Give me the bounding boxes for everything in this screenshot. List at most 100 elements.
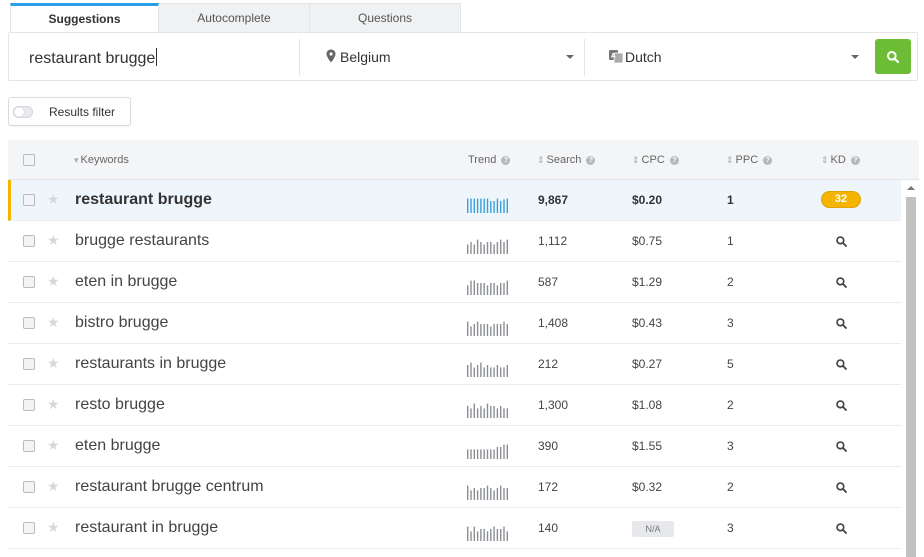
search-icon[interactable] bbox=[835, 399, 848, 412]
tab-suggestions[interactable]: Suggestions bbox=[10, 3, 159, 32]
ppc-value: 2 bbox=[727, 398, 734, 412]
star-icon[interactable]: ★ bbox=[47, 314, 60, 331]
star-icon[interactable]: ★ bbox=[47, 519, 60, 536]
help-icon[interactable]: ? bbox=[763, 156, 773, 165]
search-icon[interactable] bbox=[835, 440, 848, 453]
scrollbar[interactable] bbox=[903, 180, 919, 557]
search-icon[interactable] bbox=[835, 276, 848, 289]
sort-icon: ⇕ bbox=[821, 155, 829, 165]
location-select[interactable]: Belgium bbox=[309, 33, 584, 80]
table-row[interactable]: ★ brugge restaurants 1,112 $0.75 1 bbox=[8, 221, 901, 262]
keyword-text[interactable]: restaurant in brugge bbox=[75, 519, 218, 537]
table-row[interactable]: ★ bistro brugge 1,408 $0.43 3 bbox=[8, 303, 901, 344]
help-icon[interactable]: ? bbox=[850, 156, 860, 165]
table-row[interactable]: ★ eten brugge 390 $1.55 3 bbox=[8, 426, 901, 467]
keyword-text[interactable]: restaurants in brugge bbox=[75, 355, 226, 373]
select-all-checkbox[interactable] bbox=[23, 154, 35, 166]
table-row[interactable]: ★ resto brugge 1,300 $1.08 2 bbox=[8, 385, 901, 426]
keyword-text[interactable]: eten in brugge bbox=[75, 273, 177, 291]
help-icon[interactable]: ? bbox=[501, 156, 511, 165]
row-checkbox[interactable] bbox=[23, 440, 35, 452]
help-icon[interactable]: ? bbox=[669, 156, 679, 165]
search-volume: 1,300 bbox=[538, 398, 569, 412]
trend-bar bbox=[490, 449, 492, 459]
search-icon[interactable] bbox=[835, 358, 848, 371]
trend-bar bbox=[483, 449, 485, 459]
row-checkbox[interactable] bbox=[23, 522, 35, 534]
trend-bar bbox=[480, 406, 482, 418]
star-icon[interactable]: ★ bbox=[47, 273, 60, 290]
row-checkbox[interactable] bbox=[23, 194, 35, 206]
row-checkbox[interactable] bbox=[23, 399, 35, 411]
ppc-value: 1 bbox=[727, 234, 734, 248]
trend-bar bbox=[493, 526, 495, 541]
row-checkbox[interactable] bbox=[23, 235, 35, 247]
tab-questions[interactable]: Questions bbox=[310, 3, 461, 32]
keyword-text[interactable]: bistro brugge bbox=[75, 314, 168, 332]
keyword-text[interactable]: restaurant brugge bbox=[75, 191, 212, 209]
trend-bar bbox=[473, 198, 475, 213]
trend-bar bbox=[486, 198, 489, 213]
cpc-value: $0.27 bbox=[632, 357, 663, 371]
table-row[interactable]: ★ eten in brugge 587 $1.29 2 bbox=[8, 262, 901, 303]
trend-bar bbox=[470, 408, 472, 418]
star-icon[interactable]: ★ bbox=[47, 191, 60, 208]
row-checkbox[interactable] bbox=[23, 276, 35, 288]
column-header-ppc[interactable]: ⇕ PPC ? bbox=[726, 154, 773, 166]
table-row[interactable]: ★ restaurant brugge 9,867 $0.20 1 32 bbox=[8, 180, 901, 221]
trend-bar bbox=[490, 367, 492, 377]
column-header-cpc[interactable]: ⇕ CPC ? bbox=[632, 154, 679, 166]
row-checkbox[interactable] bbox=[23, 317, 35, 329]
trend-bar bbox=[493, 324, 495, 336]
star-icon[interactable]: ★ bbox=[47, 232, 60, 249]
results-filter-toggle[interactable] bbox=[13, 106, 33, 118]
star-icon[interactable]: ★ bbox=[47, 355, 60, 372]
column-header-kd[interactable]: ⇕ KD ? bbox=[821, 154, 860, 166]
trend-bar bbox=[483, 283, 485, 295]
trend-bar bbox=[506, 198, 508, 213]
tab-autocomplete[interactable]: Autocomplete bbox=[159, 3, 310, 32]
results-filter-button[interactable]: Results filter bbox=[8, 97, 131, 126]
trend-bar bbox=[506, 531, 508, 541]
keyword-text[interactable]: brugge restaurants bbox=[75, 232, 209, 250]
search-icon[interactable] bbox=[835, 235, 848, 248]
search-icon[interactable] bbox=[835, 317, 848, 330]
trend-bar bbox=[493, 244, 495, 254]
search-icon[interactable] bbox=[835, 522, 848, 535]
trend-bar bbox=[503, 283, 505, 295]
trend-bar bbox=[496, 285, 499, 295]
column-header-search[interactable]: ⇕ Search ? bbox=[537, 154, 596, 166]
search-icon[interactable] bbox=[835, 481, 848, 494]
search-button[interactable] bbox=[875, 39, 911, 74]
trend-bar bbox=[506, 444, 508, 459]
trend-bar bbox=[473, 403, 475, 418]
table-row[interactable]: ★ restaurant brugge centrum 172 $0.32 2 bbox=[8, 467, 901, 508]
trend-bar bbox=[476, 449, 479, 459]
column-header-keywords[interactable]: ▾ Keywords bbox=[74, 154, 129, 166]
keyword-text[interactable]: restaurant brugge centrum bbox=[75, 478, 264, 496]
keyword-input[interactable]: restaurant brugge bbox=[29, 48, 158, 68]
language-value: Dutch bbox=[625, 49, 662, 65]
star-icon[interactable]: ★ bbox=[47, 396, 60, 413]
table-row[interactable]: ★ restaurant in brugge 140 N/A 3 bbox=[8, 508, 901, 549]
help-icon[interactable]: ? bbox=[586, 156, 596, 165]
row-checkbox[interactable] bbox=[23, 358, 35, 370]
trend-bar bbox=[500, 529, 502, 541]
trend-bar bbox=[467, 244, 469, 254]
language-select[interactable]: A Dutch bbox=[594, 33, 869, 80]
star-icon[interactable]: ★ bbox=[47, 437, 60, 454]
trend-bar bbox=[486, 324, 489, 336]
trend-bar bbox=[500, 201, 502, 213]
trend-sparkline bbox=[467, 444, 508, 459]
scroll-up-arrow[interactable] bbox=[907, 186, 915, 190]
star-icon[interactable]: ★ bbox=[47, 478, 60, 495]
row-checkbox[interactable] bbox=[23, 481, 35, 493]
cpc-value: $0.20 bbox=[632, 193, 663, 207]
trend-bar bbox=[483, 244, 485, 254]
trend-bar bbox=[467, 406, 469, 418]
keyword-text[interactable]: eten brugge bbox=[75, 437, 160, 455]
keyword-text[interactable]: resto brugge bbox=[75, 396, 165, 414]
cpc-value: $1.55 bbox=[632, 439, 663, 453]
table-row[interactable]: ★ restaurants in brugge 212 $0.27 5 bbox=[8, 344, 901, 385]
scroll-thumb[interactable] bbox=[906, 197, 916, 557]
